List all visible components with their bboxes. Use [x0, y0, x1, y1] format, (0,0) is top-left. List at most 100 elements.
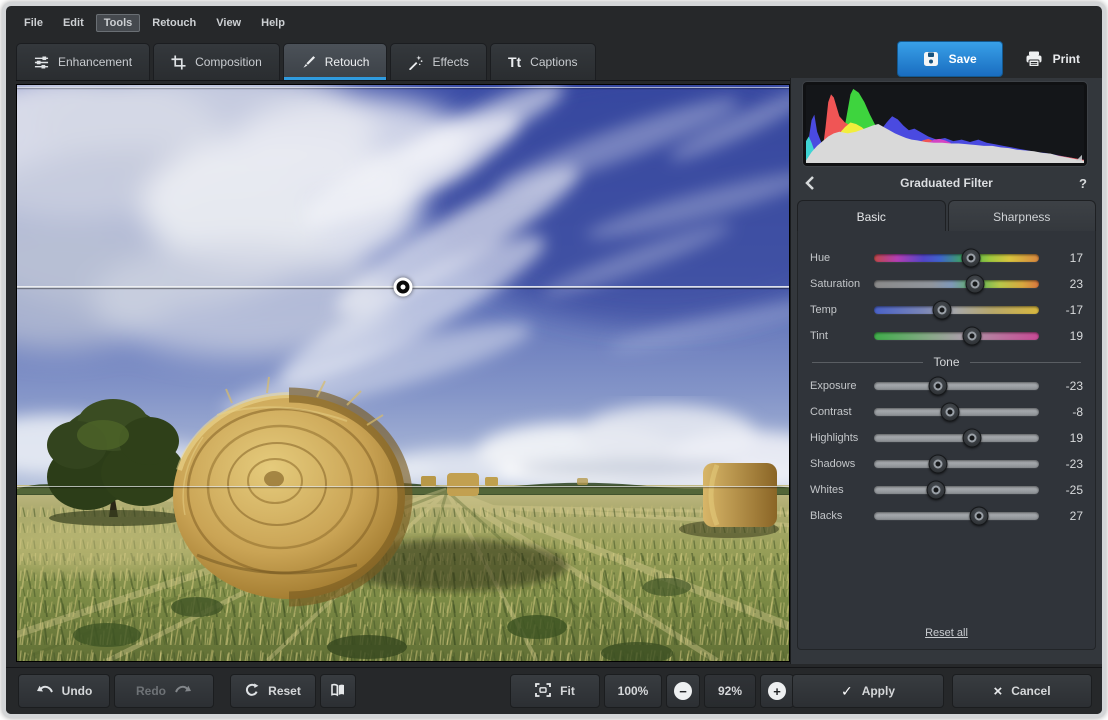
close-icon: × — [993, 683, 1002, 700]
sliders-icon — [34, 55, 49, 70]
tab-label: Enhancement — [58, 55, 132, 69]
zoom-out-button[interactable]: − — [666, 674, 700, 708]
tab-label: Retouch — [325, 55, 370, 69]
slider-highlights: Highlights19 — [798, 425, 1095, 451]
apply-button[interactable]: ✓ Apply — [792, 674, 944, 708]
tab-retouch[interactable]: Retouch — [283, 43, 388, 80]
apply-label: Apply — [862, 684, 895, 698]
tab-effects[interactable]: Effects — [390, 43, 486, 80]
print-button[interactable]: Print — [1017, 42, 1088, 76]
photo-canvas[interactable] — [16, 84, 790, 662]
panel-header: Graduated Filter ? — [797, 170, 1096, 196]
zoom-100-button[interactable]: 100% — [604, 674, 662, 708]
redo-button[interactable]: Redo — [114, 674, 214, 708]
reset-button[interactable]: Reset — [230, 674, 316, 708]
slider-exposure: Exposure-23 — [798, 373, 1095, 399]
fit-button[interactable]: Fit — [510, 674, 600, 708]
redo-arrow-icon — [175, 684, 192, 698]
slider-track[interactable] — [874, 512, 1039, 520]
photo-image — [17, 85, 789, 661]
zoom-level-value: 92% — [718, 684, 742, 698]
histogram-plot — [806, 85, 1084, 163]
slider-knob[interactable] — [966, 275, 985, 294]
color-sliders: Hue17Saturation23Temp-17Tint19 — [798, 245, 1095, 349]
slider-value: -23 — [1047, 457, 1083, 471]
slider-hue: Hue17 — [798, 245, 1095, 271]
slider-track[interactable] — [874, 408, 1039, 416]
check-icon: ✓ — [841, 683, 853, 700]
slider-knob[interactable] — [928, 455, 947, 474]
slider-knob[interactable] — [963, 327, 982, 346]
panel-tab-sharpness[interactable]: Sharpness — [948, 200, 1097, 232]
reset-all-container: Reset all — [798, 623, 1095, 641]
slider-knob[interactable] — [933, 301, 952, 320]
panel-tab-basic[interactable]: Basic — [797, 200, 946, 232]
fit-icon — [535, 683, 551, 700]
menu-item-retouch[interactable]: Retouch — [144, 14, 204, 32]
slider-knob[interactable] — [969, 507, 988, 526]
slider-tint: Tint 19 — [798, 323, 1095, 349]
slider-track[interactable] — [874, 306, 1039, 314]
slider-whites: Whites -25 — [798, 477, 1095, 503]
histogram: ◢ — [803, 82, 1087, 166]
divider-line — [812, 362, 923, 363]
slider-label: Tint — [810, 330, 866, 342]
redo-label: Redo — [136, 684, 166, 698]
back-chevron-icon[interactable] — [797, 176, 823, 190]
tone-section-label: Tone — [933, 355, 959, 369]
histogram-resize-handle[interactable]: ◢ — [1076, 153, 1082, 162]
slider-knob[interactable] — [963, 429, 982, 448]
undo-label: Undo — [62, 684, 93, 698]
app-window: FileEditToolsRetouchViewHelp Enhancement… — [2, 2, 1106, 718]
print-label: Print — [1053, 52, 1080, 66]
menu-item-view[interactable]: View — [208, 14, 249, 32]
save-button[interactable]: Save — [897, 41, 1003, 77]
reset-circular-arrow-icon — [245, 683, 259, 700]
slider-value: 19 — [1047, 329, 1083, 343]
cancel-label: Cancel — [1011, 684, 1050, 698]
slider-temp: Temp-17 — [798, 297, 1095, 323]
menu-item-help[interactable]: Help — [253, 14, 293, 32]
slider-track[interactable] — [874, 254, 1039, 262]
help-icon[interactable]: ? — [1070, 176, 1096, 191]
undo-arrow-icon — [36, 684, 53, 698]
slider-track[interactable] — [874, 460, 1039, 468]
slider-value: -25 — [1047, 483, 1083, 497]
slider-track[interactable] — [874, 434, 1039, 442]
slider-track[interactable] — [874, 332, 1039, 340]
reset-all-link[interactable]: Reset all — [925, 627, 968, 639]
slider-track[interactable] — [874, 280, 1039, 288]
slider-label: Whites — [810, 484, 866, 496]
zoom-level-display: 92% — [704, 674, 756, 708]
tab-captions[interactable]: TtCaptions — [490, 43, 596, 80]
slider-knob[interactable] — [926, 481, 945, 500]
slider-knob[interactable] — [928, 377, 947, 396]
plus-icon: + — [768, 682, 786, 700]
zoom-in-button[interactable]: + — [760, 674, 794, 708]
slider-label: Temp — [810, 304, 866, 316]
tab-enhancement[interactable]: Enhancement — [16, 43, 150, 80]
reset-label: Reset — [268, 684, 301, 698]
slider-label: Exposure — [810, 380, 866, 392]
slider-label: Contrast — [810, 406, 866, 418]
tab-label: Captions — [530, 55, 577, 69]
graduated-filter-line-top[interactable] — [17, 87, 789, 88]
menu-item-tools[interactable]: Tools — [96, 14, 141, 32]
before-after-button[interactable] — [320, 674, 356, 708]
graduated-filter-handle[interactable] — [394, 278, 413, 297]
before-after-icon — [330, 683, 346, 700]
fit-label: Fit — [560, 684, 575, 698]
menu-item-file[interactable]: File — [16, 14, 51, 32]
slider-value: 17 — [1047, 251, 1083, 265]
slider-knob[interactable] — [961, 249, 980, 268]
tone-sliders: Exposure-23Contrast-8Highlights19Shadows… — [798, 373, 1095, 529]
menu-item-edit[interactable]: Edit — [55, 14, 92, 32]
graduated-filter-line-bottom[interactable] — [17, 486, 789, 487]
undo-button[interactable]: Undo — [18, 674, 110, 708]
tab-composition[interactable]: Composition — [153, 43, 280, 80]
slider-value: 27 — [1047, 509, 1083, 523]
slider-knob[interactable] — [940, 403, 959, 422]
slider-track[interactable] — [874, 382, 1039, 390]
slider-track[interactable] — [874, 486, 1039, 494]
cancel-button[interactable]: × Cancel — [952, 674, 1092, 708]
